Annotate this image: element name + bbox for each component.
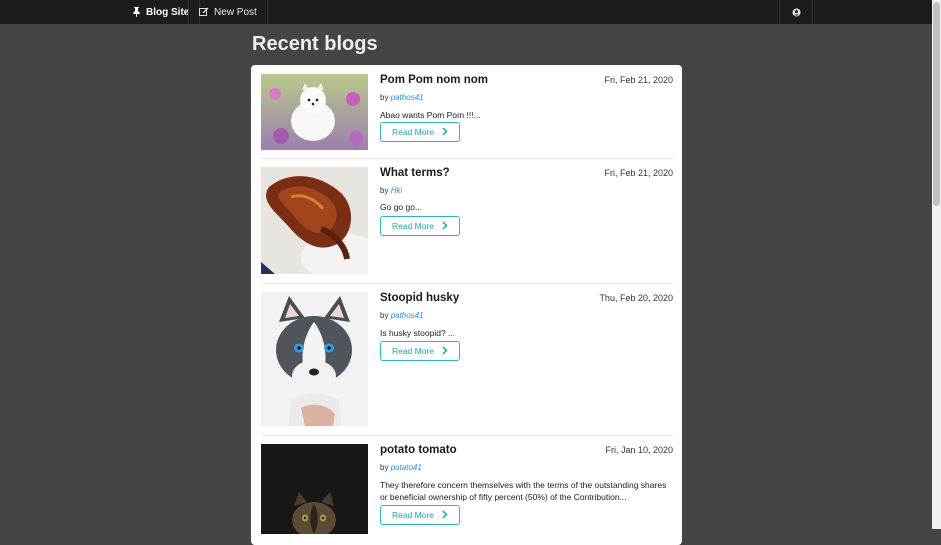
post-excerpt: Is husky stoopid? ... — [380, 328, 456, 338]
read-more-label: Read More — [391, 127, 435, 137]
post-image[interactable] — [261, 74, 368, 150]
byline-prefix: by — [380, 186, 389, 195]
post-image[interactable] — [261, 292, 368, 426]
user-menu-button[interactable] — [779, 0, 813, 24]
scrollbar-thumb[interactable] — [933, 2, 940, 206]
read-more-button[interactable]: Read More — [380, 341, 460, 361]
top-navbar: Blog Site New Post — [0, 0, 932, 24]
blog-post-item: Stoopid husky Thu, Feb 20, 2020 by patho… — [261, 292, 673, 428]
read-more-button[interactable]: Read More — [380, 122, 460, 142]
blog-post-item: What terms? Fri, Feb 21, 2020 by Hki Go … — [261, 167, 673, 275]
blog-post-item: Pom Pom nom nom Fri, Feb 21, 2020 by pat… — [261, 74, 673, 160]
read-more-button[interactable]: Read More — [380, 216, 460, 236]
post-image[interactable] — [261, 167, 368, 274]
page-scrollbar[interactable] — [932, 0, 941, 529]
author-link[interactable]: potato41 — [391, 463, 422, 472]
read-more-button[interactable]: Read More — [380, 505, 460, 525]
author-link[interactable]: pathos41 — [391, 93, 424, 102]
post-title[interactable]: Stoopid husky — [380, 292, 459, 304]
edit-icon — [199, 7, 209, 17]
blog-list-card: Pom Pom nom nom Fri, Feb 21, 2020 by pat… — [251, 65, 682, 545]
byline-prefix: by — [380, 311, 389, 320]
post-byline: by Hki — [380, 186, 402, 195]
read-more-label: Read More — [391, 221, 435, 231]
read-more-label: Read More — [391, 510, 435, 520]
post-byline: by pathos41 — [380, 93, 424, 102]
post-byline: by pathos41 — [380, 311, 424, 320]
byline-prefix: by — [380, 93, 389, 102]
chevron-right-icon — [442, 345, 448, 357]
post-title[interactable]: potato tomato — [380, 444, 457, 456]
user-circle-icon — [791, 7, 801, 17]
post-date: Fri, Feb 21, 2020 — [604, 168, 673, 178]
author-link[interactable]: pathos41 — [391, 311, 424, 320]
post-image[interactable] — [261, 444, 368, 534]
post-excerpt: Abao wants Pom Pom !!!... — [380, 110, 481, 120]
new-post-label: New Post — [214, 6, 257, 18]
post-title[interactable]: Pom Pom nom nom — [380, 74, 488, 86]
brand-label: Blog Site — [146, 6, 190, 18]
post-divider — [261, 158, 673, 159]
new-post-link[interactable]: New Post — [188, 0, 268, 24]
pin-icon — [132, 7, 141, 17]
blog-post-item: potato tomato Fri, Jan 10, 2020 by potat… — [261, 444, 673, 534]
chevron-right-icon — [442, 509, 448, 521]
post-divider — [261, 283, 673, 284]
post-excerpt: Go go go... — [380, 202, 423, 212]
post-divider — [261, 435, 673, 436]
byline-prefix: by — [380, 463, 389, 472]
chevron-right-icon — [442, 126, 448, 138]
post-excerpt: They therefore concern themselves with t… — [380, 480, 667, 502]
page-title: Recent blogs — [252, 33, 378, 55]
post-date: Fri, Jan 10, 2020 — [605, 445, 673, 455]
post-date: Thu, Feb 20, 2020 — [599, 293, 673, 303]
post-title[interactable]: What terms? — [380, 167, 450, 179]
post-date: Fri, Feb 21, 2020 — [604, 75, 673, 85]
read-more-label: Read More — [391, 346, 435, 356]
chevron-right-icon — [442, 220, 448, 232]
author-link[interactable]: Hki — [391, 186, 403, 195]
post-byline: by potato41 — [380, 463, 422, 472]
